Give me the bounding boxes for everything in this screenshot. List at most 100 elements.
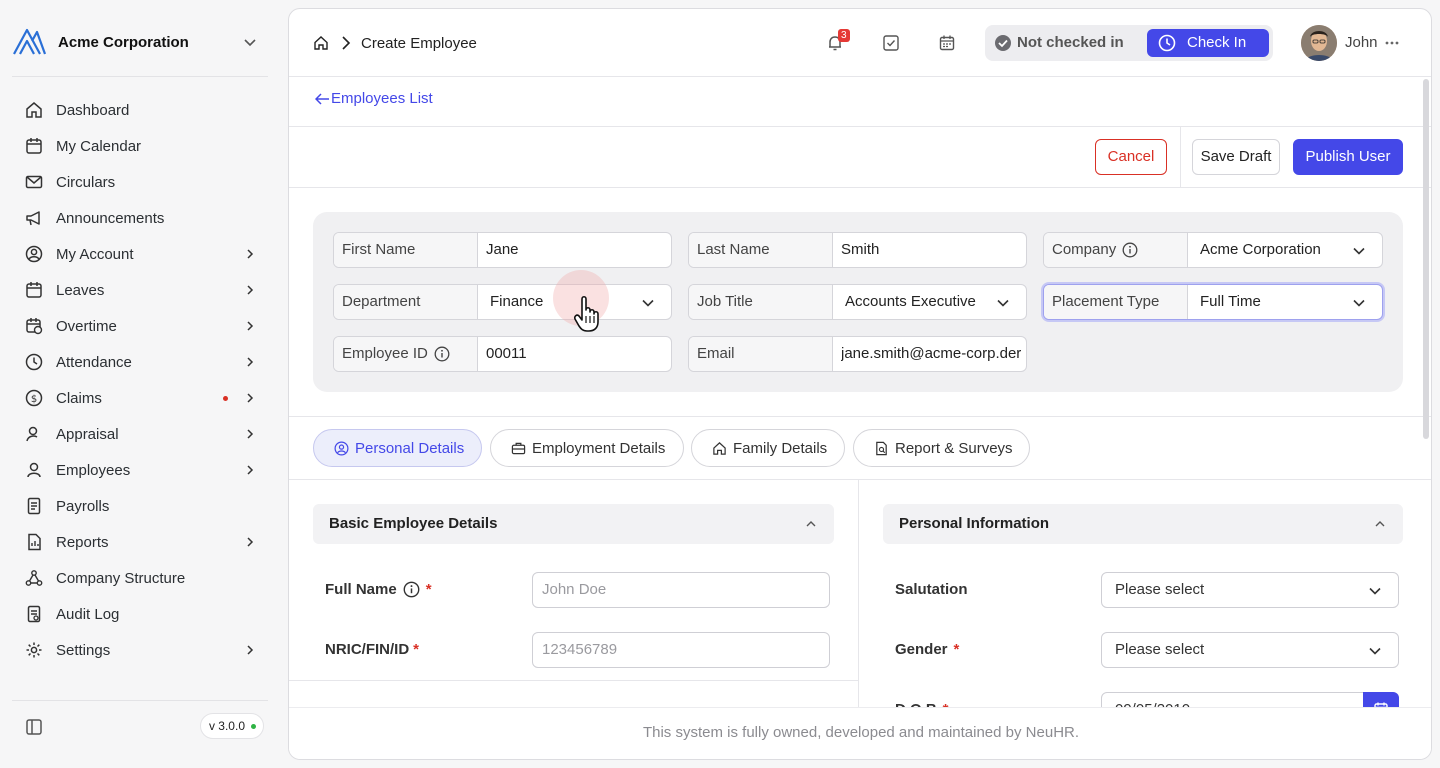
- back-to-employees-link[interactable]: Employees List: [315, 90, 433, 107]
- cancel-button[interactable]: Cancel: [1095, 139, 1167, 175]
- sidebar-item-employees[interactable]: Employees: [12, 452, 268, 488]
- label-text: NRIC/FIN/ID: [325, 641, 410, 658]
- sidebar-item-company-structure[interactable]: Company Structure: [12, 560, 268, 596]
- field-value: Accounts Executive: [845, 293, 976, 310]
- tab-employment-details[interactable]: Employment Details: [490, 429, 684, 467]
- sidebar-item-attendance[interactable]: Attendance: [12, 344, 268, 380]
- chevron-down-icon: [1353, 247, 1365, 255]
- sidebar-item-claims[interactable]: $ Claims: [12, 380, 268, 416]
- receipt-icon: [24, 496, 44, 516]
- chevron-down-icon: [997, 299, 1009, 307]
- department-select[interactable]: Department Finance: [333, 284, 672, 320]
- full-name-input[interactable]: John Doe: [532, 572, 830, 608]
- info-icon: [403, 581, 420, 598]
- sidebar-item-label: Audit Log: [56, 605, 120, 623]
- email-field[interactable]: Email jane.smith@acme-corp.der: [688, 336, 1027, 372]
- arrow-left-icon: [315, 92, 329, 105]
- sidebar-item-label: Reports: [56, 533, 109, 551]
- breadcrumb: Create Employee: [313, 33, 477, 53]
- field-value[interactable]: 00011: [486, 337, 527, 371]
- publish-user-button[interactable]: Publish User: [1293, 139, 1403, 175]
- divider: [289, 126, 1431, 127]
- hierarchy-icon: [24, 568, 44, 588]
- nric-row: NRIC/FIN/ID * 123456789: [289, 626, 849, 672]
- user-circle-icon: [24, 244, 44, 264]
- check-in-button[interactable]: Check In: [1147, 29, 1269, 57]
- personal-info-header[interactable]: Personal Information: [883, 504, 1403, 544]
- company-switcher[interactable]: Acme Corporation: [12, 24, 268, 60]
- page-title: Create Employee: [361, 34, 477, 52]
- chevron-right-icon: [247, 537, 254, 547]
- calendar-leave-icon: [24, 280, 44, 300]
- chevron-down-icon: [1369, 647, 1381, 655]
- save-draft-button[interactable]: Save Draft: [1192, 139, 1280, 175]
- sidebar-item-overtime[interactable]: Overtime: [12, 308, 268, 344]
- employee-id-field[interactable]: Employee ID 00011: [333, 336, 672, 372]
- sidebar-item-settings[interactable]: Settings: [12, 632, 268, 668]
- field-value: Acme Corporation: [1200, 241, 1321, 258]
- placement-type-select[interactable]: Placement Type Full Time: [1043, 284, 1383, 320]
- info-icon: [1122, 242, 1138, 258]
- user-name[interactable]: John: [1345, 34, 1378, 51]
- sidebar-item-label: Overtime: [56, 317, 117, 335]
- basic-details-header[interactable]: Basic Employee Details: [313, 504, 834, 544]
- dollar-icon: $: [24, 388, 44, 408]
- salutation-select[interactable]: Please select: [1101, 572, 1399, 608]
- collapse-sidebar-icon[interactable]: [25, 718, 43, 736]
- version-badge: v 3.0.0: [199, 713, 264, 739]
- task-check-icon[interactable]: [881, 33, 901, 53]
- sidebar-item-my-calendar[interactable]: My Calendar: [12, 128, 268, 164]
- divider: [289, 479, 1431, 480]
- divider: [12, 700, 268, 701]
- tab-report-surveys[interactable]: Report & Surveys: [853, 429, 1030, 467]
- more-options-icon[interactable]: [1385, 40, 1399, 46]
- chevron-down-icon[interactable]: [242, 34, 258, 50]
- divider: [289, 680, 858, 681]
- company-label: Company: [1052, 241, 1117, 258]
- sidebar-item-label: Leaves: [56, 281, 105, 299]
- gender-label: Gender *: [895, 641, 959, 658]
- nric-input[interactable]: 123456789: [532, 632, 830, 668]
- employee-header-form: First Name Jane Last Name Smith Company …: [313, 212, 1403, 392]
- tab-personal-details[interactable]: Personal Details: [313, 429, 482, 467]
- sidebar-item-announcements[interactable]: Announcements: [12, 200, 268, 236]
- avatar[interactable]: [1301, 25, 1337, 61]
- chevron-right-icon: [247, 357, 254, 367]
- chevron-right-icon: [247, 465, 254, 475]
- gender-select[interactable]: Please select: [1101, 632, 1399, 668]
- sidebar-item-leaves[interactable]: Leaves: [12, 272, 268, 308]
- first-name-field[interactable]: First Name Jane: [333, 232, 672, 268]
- sidebar-item-my-account[interactable]: My Account: [12, 236, 268, 272]
- sidebar-item-dashboard[interactable]: Dashboard: [12, 92, 268, 128]
- tab-label: Employment Details: [532, 439, 666, 457]
- sidebar-item-appraisal[interactable]: Appraisal: [12, 416, 268, 452]
- field-value[interactable]: Smith: [841, 233, 879, 267]
- employee-id-label: Employee ID: [342, 345, 428, 362]
- last-name-field[interactable]: Last Name Smith: [688, 232, 1027, 268]
- section-title: Personal Information: [899, 515, 1050, 532]
- sidebar-item-label: Claims: [56, 389, 102, 407]
- field-value[interactable]: Jane: [486, 233, 519, 267]
- divider: [289, 187, 1431, 188]
- hand-cursor-icon: [574, 295, 599, 332]
- field-value[interactable]: jane.smith@acme-corp.der: [841, 337, 1025, 371]
- sidebar-item-audit-log[interactable]: Audit Log: [12, 596, 268, 632]
- sidebar-item-circulars[interactable]: Circulars: [12, 164, 268, 200]
- home-icon[interactable]: [313, 35, 329, 51]
- tab-family-details[interactable]: Family Details: [691, 429, 845, 467]
- status-dot: [251, 724, 256, 729]
- chevron-right-icon: [247, 249, 254, 259]
- scrollbar[interactable]: [1423, 79, 1429, 439]
- sidebar-item-label: Attendance: [56, 353, 132, 371]
- job-title-select[interactable]: Job Title Accounts Executive: [688, 284, 1027, 320]
- sidebar-item-payrolls[interactable]: Payrolls: [12, 488, 268, 524]
- sidebar-item-reports[interactable]: Reports: [12, 524, 268, 560]
- chevron-right-icon: [247, 429, 254, 439]
- svg-text:$: $: [31, 394, 37, 405]
- calendar-icon[interactable]: [937, 33, 957, 53]
- company-logo-icon: [13, 28, 46, 55]
- company-select[interactable]: Company Acme Corporation: [1043, 232, 1383, 268]
- field-label: Last Name: [689, 233, 833, 267]
- salutation-row: Salutation Please select: [859, 566, 1419, 612]
- page-footer: This system is fully owned, developed an…: [289, 707, 1431, 759]
